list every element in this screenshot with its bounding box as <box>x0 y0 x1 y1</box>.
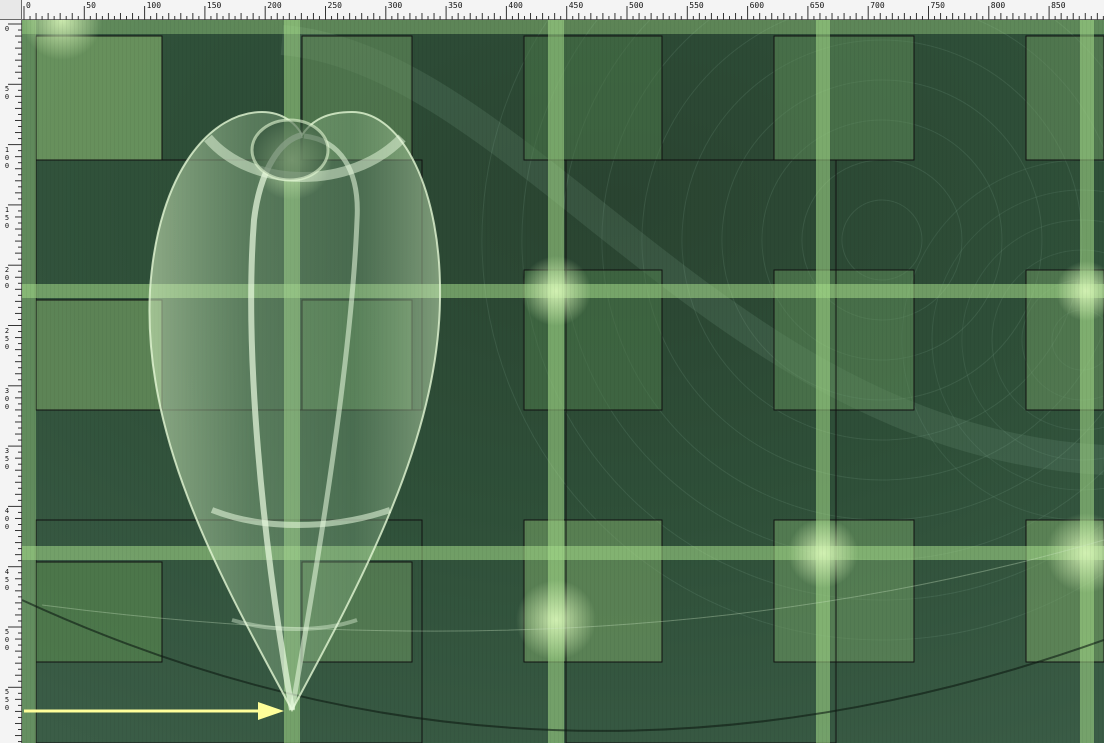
ruler-corner <box>0 0 22 20</box>
ruler-label: 850 <box>1051 1 1066 10</box>
ruler-label: 450 <box>4 567 10 592</box>
ruler-label: 700 <box>870 1 885 10</box>
ruler-label: 550 <box>689 1 704 10</box>
ruler-label: 100 <box>4 145 10 170</box>
ruler-label: 100 <box>146 1 162 10</box>
ruler-label: 600 <box>749 1 765 10</box>
ruler-label: 500 <box>629 1 644 10</box>
ruler-label: 250 <box>4 326 10 351</box>
ruler-label: 150 <box>206 1 222 10</box>
artwork <box>22 20 1104 743</box>
vertical-ruler[interactable]: 0 50 100 150 200 250 300 350 400 450 500 550 <box>0 0 22 743</box>
ruler-label: 800 <box>990 1 1006 10</box>
ruler-label: 450 <box>568 1 584 10</box>
ruler-label: 650 <box>809 1 825 10</box>
ruler-label: 350 <box>4 447 10 472</box>
ruler-label: 750 <box>930 1 945 10</box>
ruler-label: 500 <box>4 628 10 652</box>
ruler-label: 300 <box>387 1 403 10</box>
ruler-label: 300 <box>4 386 10 411</box>
ruler-label: 0 <box>26 1 31 10</box>
ruler-label: 150 <box>4 205 10 230</box>
ruler-label: 350 <box>448 1 463 10</box>
ruler-label: 400 <box>4 507 10 532</box>
ruler-label: 550 <box>4 688 10 713</box>
ruler-label: 200 <box>267 1 282 10</box>
ruler-label: 400 <box>508 1 523 10</box>
image-canvas[interactable] <box>22 20 1104 743</box>
ruler-label: 250 <box>327 1 342 10</box>
ruler-label: 50 <box>4 85 10 102</box>
ruler-label: 50 <box>86 1 96 10</box>
ruler-label: 200 <box>4 266 10 291</box>
ruler-label: 0 <box>4 25 10 33</box>
horizontal-ruler[interactable]: 0 50 100 150 200 250 300 350 400 450 500 550 600 650 7… <box>0 0 1104 20</box>
